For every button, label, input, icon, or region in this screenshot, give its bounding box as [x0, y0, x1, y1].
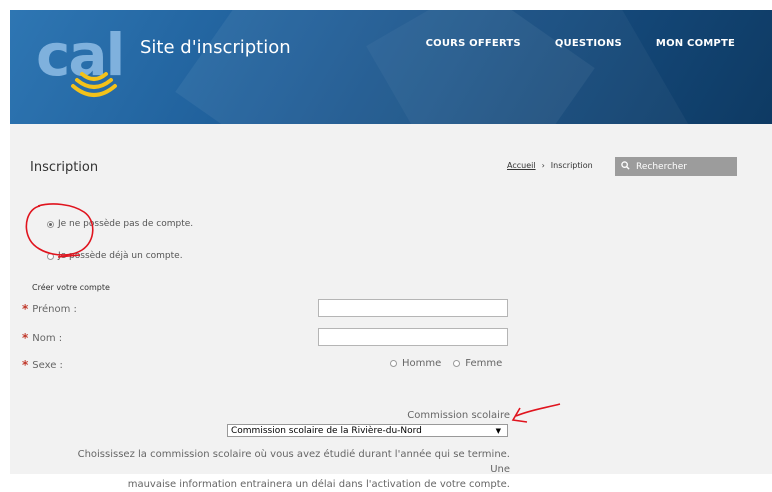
cal-logo[interactable]: cal	[36, 22, 148, 98]
breadcrumb-current: Inscription	[550, 161, 593, 170]
radio-no-account[interactable]: Je ne possède pas de compte.	[47, 219, 193, 229]
radio-no-account-label: Je ne possède pas de compte.	[58, 219, 194, 229]
required-mark: *	[22, 358, 29, 372]
breadcrumb-home-link[interactable]: Accueil	[507, 161, 536, 170]
nom-input[interactable]	[318, 328, 508, 346]
commission-selected-value: Commission scolaire de la Rivière-du-Nor…	[231, 425, 422, 436]
prenom-label: Prénom :	[32, 303, 77, 315]
radio-homme-label: Homme	[402, 358, 442, 369]
nom-label: Nom :	[32, 332, 63, 344]
radio-has-account[interactable]: Je possède déjà un compte.	[47, 251, 183, 261]
required-mark: *	[22, 331, 29, 345]
section-title: Créer votre compte	[32, 283, 110, 292]
nom-row: * Nom :	[22, 331, 62, 345]
prenom-row: * Prénom :	[22, 302, 77, 316]
page-title: Inscription	[30, 160, 99, 175]
commission-help-text: Choississez la commission scolaire où vo…	[60, 447, 510, 492]
help-line-1: Choississez la commission scolaire où vo…	[77, 449, 510, 475]
dropdown-arrow-icon: ▼	[495, 427, 501, 435]
radio-femme[interactable]: Femme	[453, 358, 502, 369]
nav-cours-offerts[interactable]: COURS OFFERTS	[426, 38, 521, 49]
radio-femme-input[interactable]	[453, 360, 461, 367]
search-button[interactable]: Rechercher	[615, 157, 737, 176]
commission-label: Commission scolaire	[407, 410, 510, 421]
radio-homme[interactable]: Homme	[390, 358, 441, 369]
wifi-waves-icon	[71, 72, 117, 97]
radio-has-account-input[interactable]	[47, 252, 54, 260]
radio-homme-input[interactable]	[390, 360, 397, 367]
help-line-2: mauvaise information entrainera un délai…	[127, 479, 510, 490]
breadcrumb-separator: ›	[541, 161, 545, 170]
required-mark: *	[22, 302, 29, 316]
breadcrumb: Accueil › Inscription	[507, 161, 593, 170]
radio-no-account-input[interactable]	[47, 220, 54, 228]
main-nav: COURS OFFERTS QUESTIONS MON COMPTE	[426, 38, 735, 49]
site-title: Site d'inscription	[140, 37, 291, 58]
radio-has-account-label: Je possède déjà un compte.	[58, 251, 183, 261]
sexe-label: Sexe :	[32, 359, 63, 371]
sexe-row: * Sexe :	[22, 358, 63, 372]
commission-select[interactable]: Commission scolaire de la Rivière-du-Nor…	[227, 424, 508, 437]
radio-femme-label: Femme	[465, 358, 503, 369]
site-header: cal Site d'inscription COURS OFFERTS QUE…	[10, 10, 772, 124]
sex-options: Homme Femme	[390, 358, 502, 369]
search-icon	[621, 160, 630, 173]
search-label: Rechercher	[636, 161, 687, 172]
nav-questions[interactable]: QUESTIONS	[555, 38, 622, 49]
prenom-input[interactable]	[318, 299, 508, 317]
nav-mon-compte[interactable]: MON COMPTE	[656, 38, 735, 49]
